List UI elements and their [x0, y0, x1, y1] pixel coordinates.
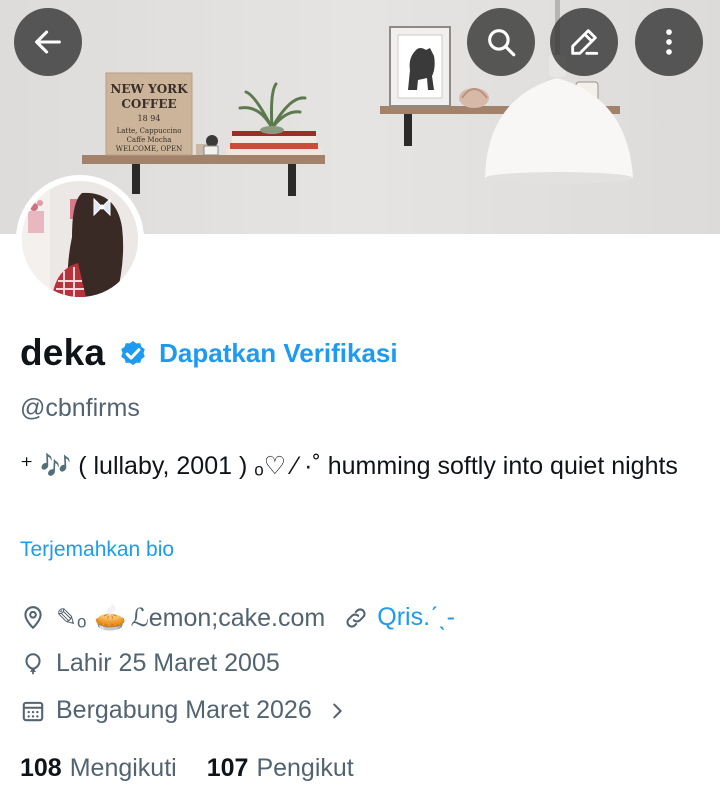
followers-label: Pengikut: [256, 754, 354, 782]
search-button[interactable]: [467, 8, 535, 76]
back-button[interactable]: [14, 8, 82, 76]
following-label: Mengikuti: [69, 754, 177, 782]
avatar[interactable]: [16, 175, 144, 303]
following-count: 108: [20, 754, 62, 782]
followers-count: 107: [206, 754, 249, 782]
pie-emoji: 🥧: [94, 602, 127, 632]
verified-badge-icon[interactable]: [117, 337, 149, 369]
arrow-left-icon: [35, 30, 61, 54]
following-link[interactable]: 108 Mengikuti: [20, 754, 177, 783]
bio-text: ⁺ 🎶 ( lullaby, 2001 ) ₒ♡ ⁄ ·˚ humming so…: [20, 452, 678, 480]
joined-text: Bergabung Maret 2026: [56, 696, 312, 724]
sign-line-6: WELCOME, OPEN: [116, 145, 182, 153]
display-name: deka: [20, 332, 106, 373]
translate-bio-link[interactable]: Terjemahkan bio: [20, 538, 174, 562]
location-row: ✎ₒ 🥧 ℒemon;cake.com Qris.ˊˎ-: [20, 602, 455, 633]
calendar-icon: [22, 701, 44, 721]
link-icon: [346, 607, 366, 628]
birth-text: Lahir 25 Maret 2005: [56, 649, 280, 677]
joined-row[interactable]: Bergabung Maret 2026: [20, 696, 348, 725]
username-handle: @cbnfirms: [20, 394, 140, 422]
get-verified-link[interactable]: Dapatkan Verifikasi: [159, 338, 397, 369]
sign-line-3: 18 94: [138, 114, 161, 123]
sign-line-4: Latte, Cappuccino: [117, 127, 182, 135]
sign-line-1: NEW YORK: [110, 82, 188, 96]
balloon-icon: [25, 652, 41, 674]
edit-button[interactable]: [550, 8, 618, 76]
follow-stats: 108 Mengikuti 107 Pengikut: [20, 754, 354, 783]
chevron-right-icon: [332, 703, 342, 718]
birthday-row: Lahir 25 Maret 2005: [20, 649, 280, 678]
name-row: deka Dapatkan Verifikasi: [20, 330, 398, 376]
location-prefix: ✎ₒ: [56, 603, 87, 632]
location-pin-icon: [24, 605, 42, 629]
followers-link[interactable]: 107 Pengikut: [207, 754, 354, 783]
avatar-image: [22, 181, 138, 297]
search-icon: [488, 29, 516, 57]
sign-line-2: COFFEE: [121, 97, 176, 111]
more-vertical-icon: [666, 29, 672, 55]
website-link[interactable]: Qris.ˊˎ-: [377, 603, 455, 632]
location-text: ℒemon;cake.com: [130, 603, 326, 632]
pencil-icon: [571, 29, 599, 55]
sign-line-5: Caffe Mocha: [127, 136, 172, 144]
more-options-button[interactable]: [635, 8, 703, 76]
